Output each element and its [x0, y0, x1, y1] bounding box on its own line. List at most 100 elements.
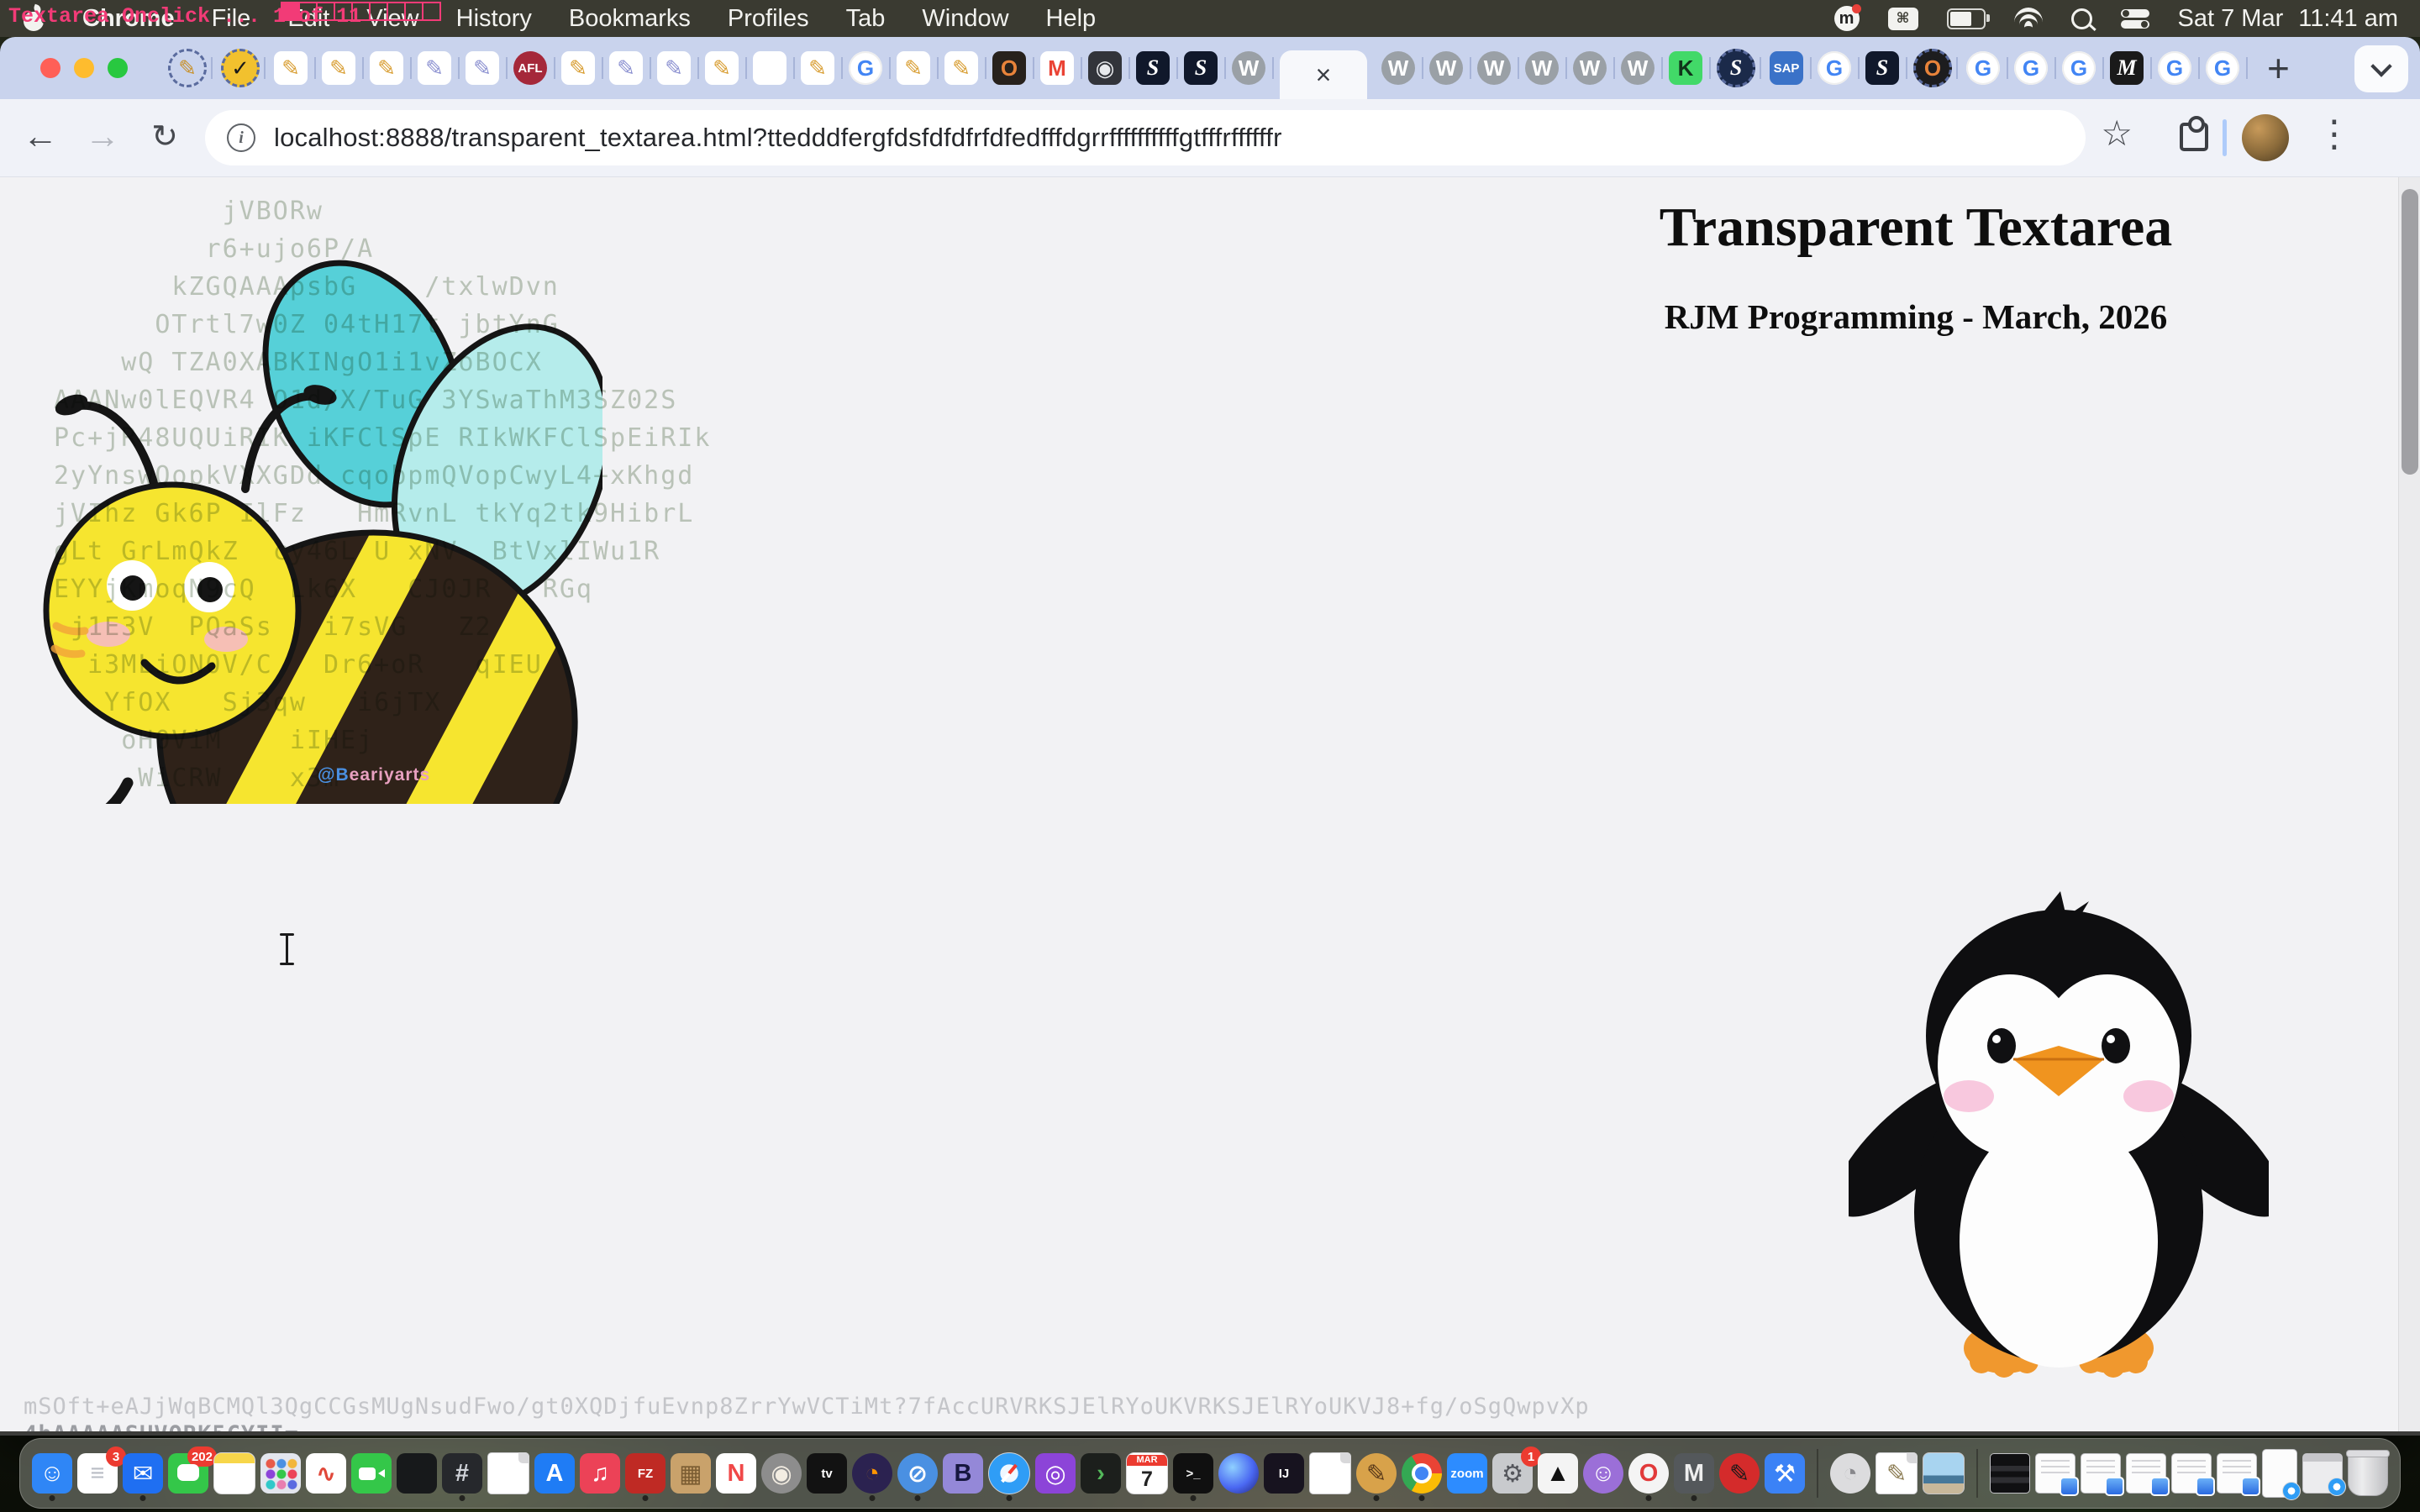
dock-item-messages[interactable]: 202 [168, 1453, 208, 1494]
transparent-textarea-overlay-text[interactable]: jVBORw r6+ujo6P/A kZGQAAApsbG /txlwDvn O… [54, 192, 711, 797]
chrome-menu-icon[interactable]: ⋮ [2316, 113, 2353, 155]
tab-favicon[interactable]: G [2158, 51, 2191, 85]
dock-item-intellij-idea[interactable]: IJ [1264, 1453, 1304, 1494]
textarea-bottom-text-line1[interactable]: mSOft+eAJjWqBCMQl3QgCCGsMUgNsudFwo/gt0XQ… [24, 1394, 1590, 1420]
bookmark-star-icon[interactable]: ☆ [2101, 113, 2133, 154]
dock-item-mamp[interactable]: M [1674, 1453, 1714, 1494]
page-scrollbar[interactable] [2398, 177, 2420, 1431]
dock-item-keka[interactable]: › [1081, 1453, 1121, 1494]
tab-favicon[interactable]: SAP [1770, 51, 1803, 85]
dock-item-stickies[interactable]: ✎ [1876, 1452, 1918, 1494]
dock-item-grey-utility[interactable]: ◔ [1830, 1453, 1870, 1494]
dock-item-minimized-doc[interactable] [2217, 1453, 2257, 1494]
tab-favicon[interactable]: G [1818, 51, 1851, 85]
tab-favicon[interactable]: ✎ [705, 51, 739, 85]
menu-clock[interactable]: Sat 7 Mar 11:41 am [2178, 5, 2398, 33]
dock-item-document[interactable] [487, 1452, 529, 1494]
tab-favicon[interactable]: W [1232, 51, 1265, 85]
dock-item-freeform[interactable]: ∿ [306, 1453, 346, 1494]
dock-item-hand-mirror[interactable]: ☺ [1583, 1453, 1623, 1494]
extensions-puzzle-icon[interactable] [2180, 123, 2208, 151]
tab-favicon[interactable]: G [2014, 51, 2048, 85]
dock-item-minimized-page[interactable] [2262, 1449, 2297, 1498]
window-zoom-button[interactable] [108, 58, 128, 78]
back-button[interactable]: ← [15, 111, 66, 161]
tab-favicon[interactable]: ✎ [418, 51, 451, 85]
active-tab[interactable]: × [1280, 50, 1367, 99]
wifi-icon[interactable] [2014, 8, 2043, 29]
tab-favicon[interactable]: S [1184, 51, 1218, 85]
dock-item-gimp[interactable]: ◉ [761, 1453, 802, 1494]
dock-item-zoom[interactable]: zoom [1447, 1453, 1487, 1494]
tab-favicon[interactable]: ✎ [801, 51, 834, 85]
dock-item-filezilla[interactable]: FZ [625, 1453, 666, 1494]
dock-item-inkscape[interactable]: ▲ [1538, 1453, 1578, 1494]
tab-favicon[interactable]: ✎ [274, 51, 308, 85]
menu-tab[interactable]: Tab [846, 5, 886, 33]
forward-button[interactable]: → [77, 111, 128, 161]
dock-item-minimized-doc[interactable] [2035, 1453, 2075, 1494]
tab-favicon[interactable]: M [1040, 51, 1074, 85]
dock-item-utility-dark[interactable] [397, 1453, 437, 1494]
battery-icon[interactable] [1947, 8, 1986, 29]
dock-item-minimized-window-dark[interactable] [1990, 1453, 2030, 1494]
dock-item-red-utility[interactable]: ✎ [1719, 1453, 1760, 1494]
dock-item-notes[interactable] [213, 1452, 255, 1494]
dock-item-archive-utility[interactable]: ▦ [671, 1453, 711, 1494]
dock-item-trash[interactable] [2348, 1451, 2388, 1496]
page-content[interactable]: jVBORw r6+ujo6P/A kZGQAAApsbG /txlwDvn O… [0, 177, 2420, 1431]
textarea-bottom-text-line2[interactable]: 4hAAAAASUVORK5CYII= [24, 1421, 299, 1431]
tab-favicon[interactable]: G [1966, 51, 2000, 85]
tab-favicon[interactable]: O [1913, 49, 1952, 87]
tab-favicon[interactable]: ◉ [1088, 51, 1122, 85]
dock-item-xcode[interactable]: ⚒ [1765, 1453, 1805, 1494]
tab-close-icon[interactable]: × [1316, 60, 1332, 91]
tab-favicon[interactable]: ✎ [561, 51, 595, 85]
dock-item-siri[interactable] [1218, 1453, 1259, 1494]
menu-help[interactable]: Help [1046, 5, 1097, 33]
new-tab-button[interactable]: + [2267, 51, 2290, 85]
tab-favicon[interactable]: W [1525, 51, 1559, 85]
dock-item-mail[interactable]: ✉ [123, 1453, 163, 1494]
tab-favicon[interactable]: W [1381, 51, 1415, 85]
tab-favicon[interactable]: W [1429, 51, 1463, 85]
dock-item-textedit[interactable] [1309, 1452, 1351, 1494]
dock-item-music[interactable]: ♫ [580, 1453, 620, 1494]
dock-item-bbedit[interactable]: B [943, 1453, 983, 1494]
tab-favicon[interactable]: ✎ [657, 51, 691, 85]
app-status-icon[interactable]: m [1834, 6, 1860, 31]
address-bar[interactable]: i localhost:8888/transparent_textarea.ht… [205, 110, 2086, 165]
dock-item-system-settings[interactable]: ⚙1 [1492, 1453, 1533, 1494]
tab-favicon[interactable] [753, 51, 786, 85]
dock-item-photos-thumbnail[interactable] [1923, 1452, 1965, 1494]
tab-favicon[interactable]: M [2110, 51, 2144, 85]
tab-favicon[interactable]: ✎ [322, 51, 355, 85]
dock-item-podcasts[interactable]: ◎ [1035, 1453, 1076, 1494]
profile-avatar[interactable] [2242, 114, 2289, 161]
dock-item-minimized-grid[interactable] [2302, 1453, 2343, 1494]
keyboard-switcher-icon[interactable]: ⌘ [1888, 8, 1918, 30]
dock-item-news[interactable]: N [716, 1453, 756, 1494]
tab-favicon[interactable]: ✎ [897, 51, 930, 85]
reload-button[interactable]: ↻ [139, 111, 190, 161]
dock-item-opera[interactable]: O [1628, 1453, 1669, 1494]
tab-favicon[interactable]: W [1573, 51, 1607, 85]
site-info-icon[interactable]: i [227, 123, 255, 152]
tab-favicon[interactable]: ✎ [466, 51, 499, 85]
dock-item-minimized-doc[interactable] [2171, 1453, 2212, 1494]
dock-item-content-blocker[interactable]: ⊘ [897, 1453, 938, 1494]
menu-bookmarks[interactable]: Bookmarks [569, 5, 691, 33]
tab-favicon[interactable]: ✎ [944, 51, 978, 85]
tab-favicon[interactable]: AFL [513, 51, 547, 85]
tab-favicon[interactable]: W [1477, 51, 1511, 85]
tab-favicon[interactable]: O [992, 51, 1026, 85]
dock-item-chrome[interactable] [1402, 1453, 1442, 1494]
scrollbar-thumb[interactable] [2402, 189, 2418, 475]
dock-item-minimized-doc[interactable] [2081, 1453, 2121, 1494]
tab-favicon[interactable]: G [2062, 51, 2096, 85]
dock-item-firefox[interactable]: ◔ [852, 1453, 892, 1494]
tab-favicon[interactable]: S [1717, 49, 1755, 87]
dock-item-app-store[interactable]: A [534, 1453, 575, 1494]
tab-favicon[interactable]: G [2206, 51, 2239, 85]
dock-item-calendar[interactable]: MAR7 [1126, 1452, 1168, 1494]
